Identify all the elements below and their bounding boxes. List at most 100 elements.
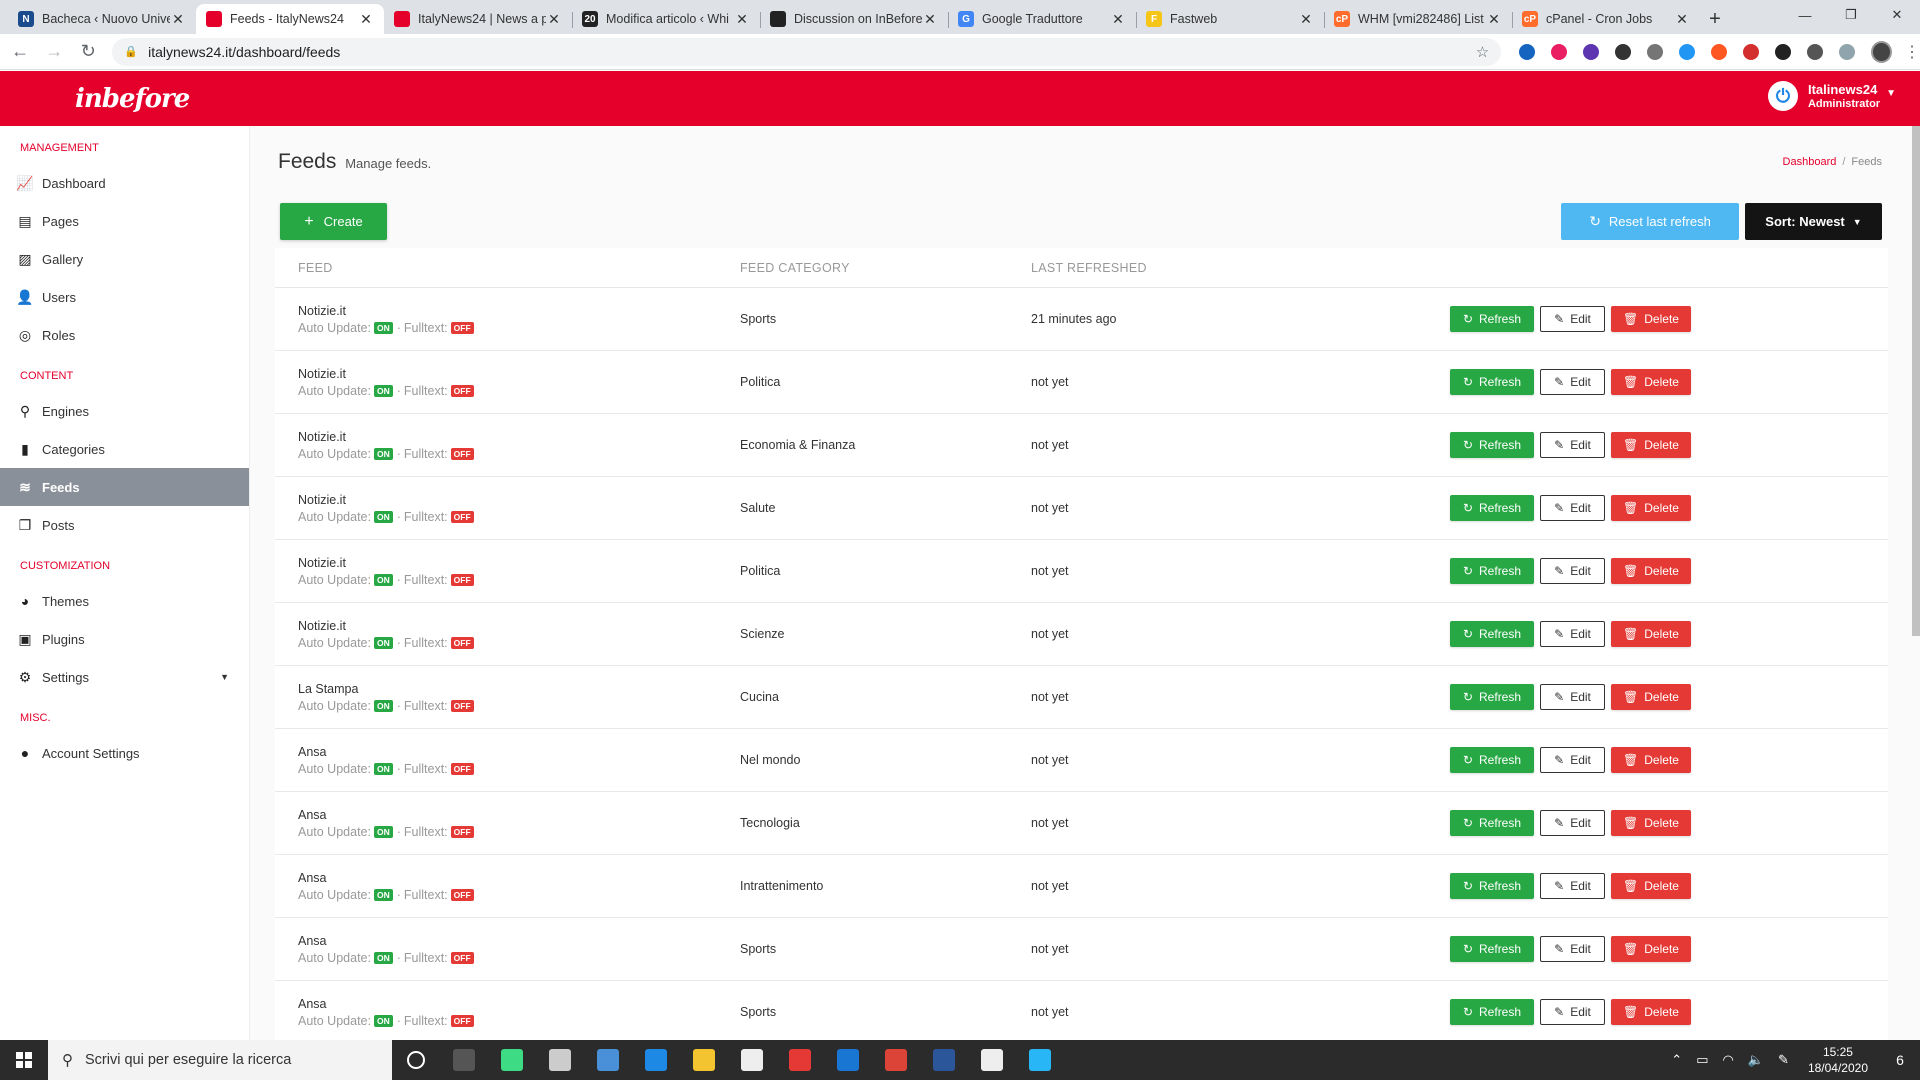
browser-tab[interactable]: 20 Modifica articolo ‹ Whi ✕ [572,4,760,34]
tab-close-icon[interactable]: ✕ [1674,11,1690,28]
delete-button[interactable]: 🗑 Delete [1611,747,1691,773]
refresh-button[interactable]: ↻ Refresh [1450,747,1534,773]
browser-tab[interactable]: N Bacheca ‹ Nuovo Unive ✕ [8,4,196,34]
pen-icon[interactable]: ✎ [1778,1052,1789,1068]
browser-tab[interactable]: Discussion on InBefore ✕ [760,4,948,34]
app-blue-app-icon[interactable] [1016,1040,1064,1080]
app-cloud-app-icon[interactable] [536,1040,584,1080]
extension-icon[interactable] [1743,43,1760,60]
breadcrumb-dashboard[interactable]: Dashboard [1783,156,1837,168]
cortana-app-icon[interactable] [392,1040,440,1080]
bookmark-star-icon[interactable]: ☆ [1476,43,1489,61]
battery-icon[interactable]: ▭ [1696,1052,1708,1068]
user-menu[interactable]: ⏻ Italinews24 Administrator ▼ [1767,81,1896,111]
browser-tab[interactable]: Feeds - ItalyNews24 ✕ [196,4,384,34]
edit-button[interactable]: ✎ Edit [1540,432,1605,458]
extension-icon[interactable] [1839,43,1856,60]
app-photo-app-icon[interactable] [584,1040,632,1080]
back-button[interactable]: ← [6,37,34,67]
refresh-button[interactable]: ↻ Refresh [1450,873,1534,899]
delete-button[interactable]: 🗑 Delete [1611,306,1691,332]
sidebar-item-users[interactable]: 👤 Users [0,278,249,316]
extension-icon[interactable] [1807,43,1824,60]
delete-button[interactable]: 🗑 Delete [1611,558,1691,584]
edit-button[interactable]: ✎ Edit [1540,999,1605,1025]
refresh-button[interactable]: ↻ Refresh [1450,306,1534,332]
sort-dropdown[interactable]: Sort: Newest ▼ [1745,203,1882,240]
extension-icon[interactable] [1551,43,1568,60]
edit-button[interactable]: ✎ Edit [1540,558,1605,584]
reload-button[interactable]: ↻ [74,37,102,67]
sidebar-item-account-settings[interactable]: ● Account Settings [0,734,249,772]
browser-tab[interactable]: cP cPanel - Cron Jobs ✕ [1512,4,1700,34]
tab-close-icon[interactable]: ✕ [546,11,562,28]
browser-tab[interactable]: G Google Traduttore ✕ [948,4,1136,34]
delete-button[interactable]: 🗑 Delete [1611,432,1691,458]
delete-button[interactable]: 🗑 Delete [1611,495,1691,521]
refresh-button[interactable]: ↻ Refresh [1450,621,1534,647]
refresh-button[interactable]: ↻ Refresh [1450,432,1534,458]
extension-icon[interactable] [1647,43,1664,60]
delete-button[interactable]: 🗑 Delete [1611,873,1691,899]
close-window-button[interactable]: ✕ [1874,0,1920,30]
sidebar-item-posts[interactable]: ❐ Posts [0,506,249,544]
edit-button[interactable]: ✎ Edit [1540,369,1605,395]
restore-button[interactable]: ❐ [1828,0,1874,30]
extension-icon[interactable] [1519,43,1536,60]
browser-menu-icon[interactable]: ⋮ [1904,42,1920,62]
edit-button[interactable]: ✎ Edit [1540,810,1605,836]
profile-avatar[interactable] [1871,40,1893,63]
edit-button[interactable]: ✎ Edit [1540,873,1605,899]
app-logo[interactable]: inbefore [75,84,190,114]
tab-close-icon[interactable]: ✕ [1298,11,1314,28]
refresh-button[interactable]: ↻ Refresh [1450,936,1534,962]
notification-center[interactable]: 6 [1880,1040,1920,1080]
extension-icon[interactable] [1711,43,1728,60]
tab-close-icon[interactable]: ✕ [1486,11,1502,28]
address-bar[interactable]: 🔒 italynews24.it/dashboard/feeds ☆ [112,37,1502,66]
browser-tab[interactable]: ItalyNews24 | News a p ✕ [384,4,572,34]
sidebar-item-roles[interactable]: ◎ Roles [0,316,249,354]
sidebar-item-feeds[interactable]: ≋ Feeds [0,468,249,506]
edit-button[interactable]: ✎ Edit [1540,684,1605,710]
tab-close-icon[interactable]: ✕ [734,11,750,28]
store-app-icon[interactable] [728,1040,776,1080]
extension-icon[interactable] [1679,43,1696,60]
tab-close-icon[interactable]: ✕ [358,11,374,28]
delete-button[interactable]: 🗑 Delete [1611,621,1691,647]
tab-close-icon[interactable]: ✕ [170,11,186,28]
wifi-icon[interactable]: ◠ [1723,1052,1734,1068]
page-scrollbar[interactable] [1912,126,1920,636]
chevron-up-icon[interactable]: ⌃ [1671,1052,1682,1068]
forward-button[interactable]: → [40,37,68,67]
clock[interactable]: 15:25 18/04/2020 [1808,1044,1868,1076]
tab-close-icon[interactable]: ✕ [922,11,938,28]
minimize-button[interactable]: — [1782,0,1828,30]
edit-button[interactable]: ✎ Edit [1540,495,1605,521]
extension-icon[interactable] [1775,43,1792,60]
word-app-icon[interactable] [920,1040,968,1080]
edit-button[interactable]: ✎ Edit [1540,306,1605,332]
refresh-button[interactable]: ↻ Refresh [1450,810,1534,836]
edit-button[interactable]: ✎ Edit [1540,621,1605,647]
delete-button[interactable]: 🗑 Delete [1611,684,1691,710]
refresh-button[interactable]: ↻ Refresh [1450,495,1534,521]
edit-button[interactable]: ✎ Edit [1540,936,1605,962]
browser-tab[interactable]: F Fastweb ✕ [1136,4,1324,34]
refresh-button[interactable]: ↻ Refresh [1450,558,1534,584]
refresh-button[interactable]: ↻ Refresh [1450,684,1534,710]
tab-close-icon[interactable]: ✕ [1110,11,1126,28]
taskbar-search[interactable]: ⚲ Scrivi qui per eseguire la ricerca [48,1040,392,1080]
chrome-app-icon[interactable] [872,1040,920,1080]
file-explorer-app-icon[interactable] [680,1040,728,1080]
sidebar-item-dashboard[interactable]: 📈 Dashboard [0,164,249,202]
sidebar-item-engines[interactable]: ⚲ Engines [0,392,249,430]
delete-button[interactable]: 🗑 Delete [1611,369,1691,395]
delete-button[interactable]: 🗑 Delete [1611,936,1691,962]
delete-button[interactable]: 🗑 Delete [1611,810,1691,836]
sidebar-item-pages[interactable]: ▤ Pages [0,202,249,240]
refresh-button[interactable]: ↻ Refresh [1450,369,1534,395]
start-button[interactable] [0,1040,48,1080]
new-tab-button[interactable]: + [1700,4,1730,34]
extension-icon[interactable] [1583,43,1600,60]
